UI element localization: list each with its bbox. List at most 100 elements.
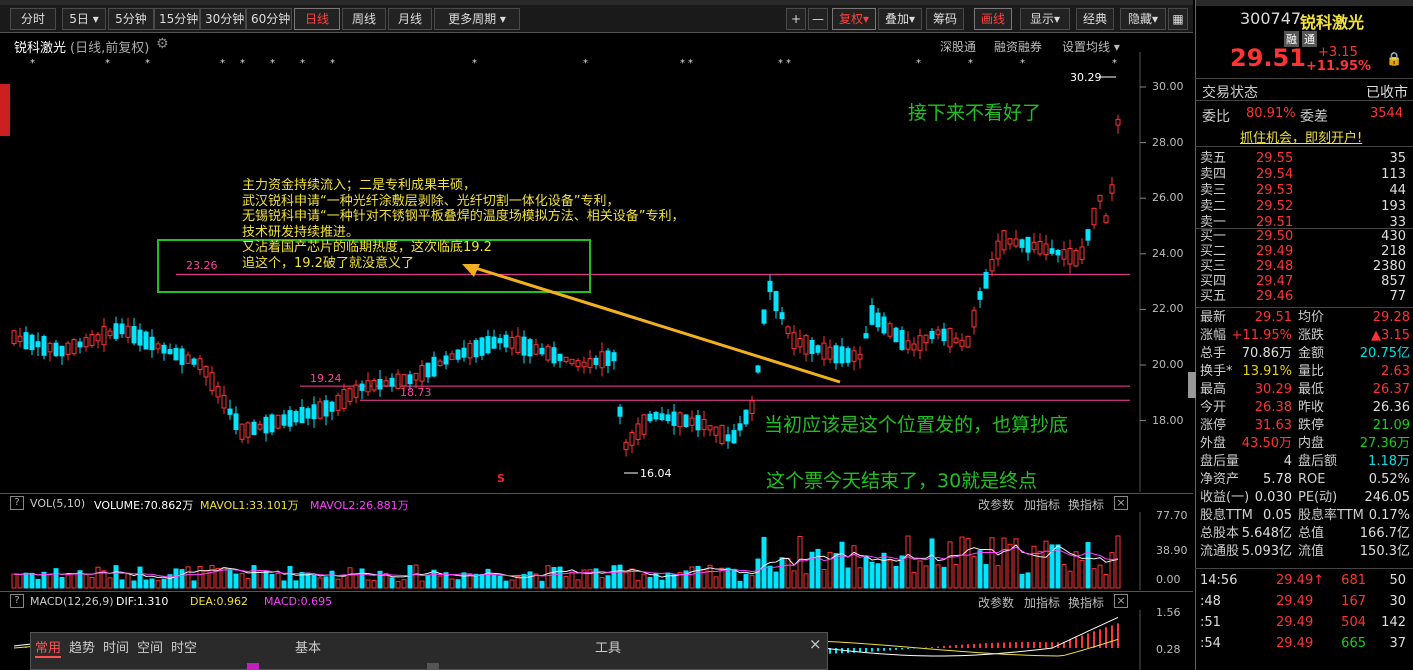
classic-button[interactable]: 经典 bbox=[1076, 8, 1114, 30]
display-button[interactable]: 显示▾ bbox=[1020, 8, 1070, 30]
candle-body bbox=[965, 335, 971, 348]
tab-fenshi[interactable]: 分时 bbox=[10, 8, 56, 30]
macd-bar bbox=[889, 648, 891, 651]
macd-bar bbox=[1087, 633, 1089, 648]
candle-body bbox=[197, 358, 203, 371]
tick-time: :54 bbox=[1200, 636, 1221, 651]
annotation-line: 技术研发持续推进。 bbox=[242, 224, 360, 240]
chips-button[interactable]: 筹码 bbox=[926, 8, 964, 30]
volume-bar bbox=[917, 560, 923, 589]
macd-edit-params[interactable]: 改参数 bbox=[978, 594, 1014, 611]
candle-body bbox=[293, 411, 299, 423]
candle-body bbox=[53, 342, 59, 357]
help-icon[interactable]: ? bbox=[10, 496, 24, 510]
vol-legend: VOL(5,10) bbox=[30, 497, 86, 510]
tab-weekly[interactable]: 周线 bbox=[342, 8, 386, 30]
volume-bar bbox=[713, 576, 719, 589]
volume-bar bbox=[569, 571, 575, 589]
candle-body bbox=[155, 343, 161, 350]
vol-edit-params[interactable]: 改参数 bbox=[978, 496, 1014, 513]
volume-bar bbox=[647, 576, 653, 589]
tab-5min[interactable]: 5分钟 bbox=[108, 8, 154, 30]
collapse-handle[interactable] bbox=[1188, 372, 1196, 398]
tab-daily[interactable]: 日线 bbox=[294, 8, 340, 30]
open-account-link[interactable]: 抓住机会，即刻开户! bbox=[1240, 127, 1362, 146]
candle-body bbox=[785, 326, 791, 335]
stat-value: 26.36 bbox=[1372, 400, 1410, 415]
volume-bar bbox=[545, 565, 551, 589]
candle-body bbox=[725, 434, 731, 442]
tab-5day[interactable]: 5日 ▾ bbox=[62, 8, 106, 30]
help-icon[interactable]: ? bbox=[10, 594, 24, 608]
volume-bar bbox=[755, 558, 761, 589]
candle-body bbox=[623, 441, 629, 451]
candle-body bbox=[689, 417, 695, 426]
panel-tab-common[interactable]: 常用 bbox=[35, 637, 62, 658]
stat-value: 0.05 bbox=[1263, 508, 1292, 523]
stat-value: 246.05 bbox=[1364, 490, 1411, 505]
dea-value: DEA:0.962 bbox=[190, 595, 248, 608]
panel-tab-time[interactable]: 时间 bbox=[103, 637, 129, 656]
draw-line-button[interactable]: 画线 bbox=[974, 8, 1012, 30]
vol-add-indicator[interactable]: 加指标 bbox=[1024, 496, 1060, 513]
y-tick: 18.00 bbox=[1152, 414, 1184, 427]
volume-bar bbox=[257, 570, 263, 589]
candle-body bbox=[929, 330, 935, 340]
vol-switch-indicator[interactable]: 换指标 bbox=[1068, 496, 1104, 513]
candle-body bbox=[1085, 229, 1091, 241]
tab-30min[interactable]: 30分钟 bbox=[200, 8, 246, 30]
price-change-pct: +11.95% bbox=[1306, 59, 1372, 74]
volume-bar bbox=[827, 551, 833, 589]
macd-bar bbox=[1051, 642, 1053, 648]
candle-body bbox=[827, 346, 833, 360]
fuquan-button[interactable]: 复权▾ bbox=[832, 8, 876, 30]
macd-bar bbox=[1117, 623, 1119, 648]
hide-button[interactable]: 隐藏▾ bbox=[1120, 8, 1166, 30]
zoom-out-button[interactable]: — bbox=[808, 8, 828, 30]
tab-more-periods[interactable]: 更多周期 ▾ bbox=[434, 8, 520, 30]
grid-icon[interactable]: ▦ bbox=[1168, 8, 1188, 30]
volume-bar bbox=[527, 571, 533, 589]
tab-15min[interactable]: 15分钟 bbox=[154, 8, 200, 30]
lock-icon[interactable]: 🔒 bbox=[1386, 52, 1402, 67]
tool-icon[interactable] bbox=[427, 663, 439, 670]
tick-count: 142 bbox=[1381, 615, 1406, 630]
candle-body bbox=[749, 400, 755, 415]
macd-bar bbox=[949, 645, 951, 648]
macd-bar bbox=[907, 648, 909, 649]
candle-body bbox=[461, 347, 467, 358]
panel-tab-trend[interactable]: 趋势 bbox=[69, 637, 95, 656]
volume-bar bbox=[137, 566, 143, 589]
tab-60min[interactable]: 60分钟 bbox=[246, 8, 292, 30]
volume-bar bbox=[863, 555, 869, 589]
stat-label: 今开 bbox=[1200, 400, 1227, 415]
volume-bar bbox=[611, 565, 617, 589]
period-toolbar: 分时 5日 ▾ 5分钟 15分钟 30分钟 60分钟 日线 周线 月线 更多周期… bbox=[0, 0, 1193, 33]
panel-close-button[interactable]: × bbox=[809, 635, 822, 653]
panel-tab-spacetime[interactable]: 时空 bbox=[171, 637, 197, 656]
volume-bar bbox=[59, 576, 65, 589]
settings-icon[interactable]: ⚙ bbox=[156, 36, 169, 52]
zoom-in-button[interactable]: + bbox=[786, 8, 806, 30]
close-icon[interactable]: × bbox=[1114, 594, 1128, 608]
arrow-line bbox=[471, 265, 841, 384]
candle-body bbox=[887, 323, 893, 337]
candle-body bbox=[971, 309, 977, 328]
event-marker: * bbox=[680, 58, 685, 69]
close-icon[interactable]: × bbox=[1114, 496, 1128, 510]
volume-bar bbox=[737, 580, 743, 589]
volume-bar bbox=[161, 578, 167, 589]
tab-monthly[interactable]: 月线 bbox=[388, 8, 432, 30]
candle-body bbox=[149, 336, 155, 351]
annotation-text: 主力资金持续流入；二是专利成果丰硕， 武汉锐科申请“一种光纤涂敷层剥除、光纤切割… bbox=[242, 178, 684, 271]
macd-bar bbox=[1015, 642, 1017, 648]
macd-add-indicator[interactable]: 加指标 bbox=[1024, 594, 1060, 611]
volume-bar bbox=[1115, 535, 1121, 589]
volume-bar bbox=[551, 567, 557, 589]
panel-tab-space[interactable]: 空间 bbox=[137, 637, 163, 656]
green-note-3: 这个票今天结束了，30就是终点 bbox=[766, 470, 1038, 492]
color-swatch[interactable] bbox=[247, 663, 259, 670]
overlay-button[interactable]: 叠加▾ bbox=[878, 8, 922, 30]
macd-switch-indicator[interactable]: 换指标 bbox=[1068, 594, 1104, 611]
candle-body bbox=[125, 325, 131, 338]
